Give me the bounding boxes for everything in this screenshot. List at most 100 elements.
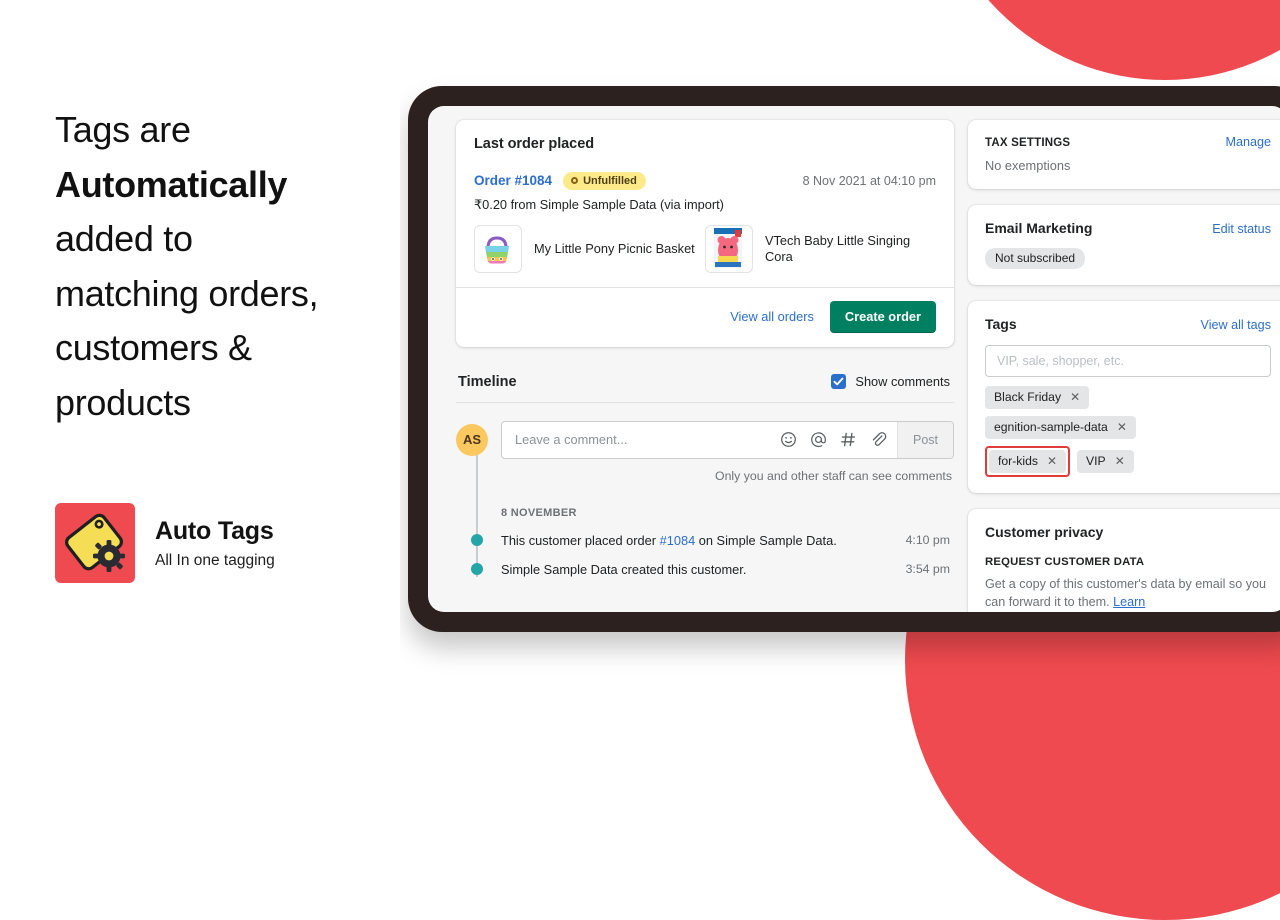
- headline-line-1: Tags are: [55, 109, 191, 150]
- headline-line-4: matching orders,: [55, 272, 319, 314]
- privacy-learn-link[interactable]: Learn: [1113, 595, 1145, 609]
- attachment-icon[interactable]: [870, 431, 887, 448]
- timeline-event-time: 4:10 pm: [905, 533, 950, 547]
- decorative-circle-top: [930, 0, 1280, 80]
- brand-name: Auto Tags: [155, 517, 274, 545]
- order-summary-line: Order #1084 Unfulfilled 8 Nov 2021 at 04…: [474, 172, 936, 190]
- tag-chip-highlighted[interactable]: for-kids ✕: [989, 450, 1067, 473]
- tag-remove-icon[interactable]: ✕: [1117, 421, 1127, 433]
- order-product-item[interactable]: VTech Baby Little Singing Cora: [705, 224, 936, 273]
- timeline-rail: [476, 444, 478, 577]
- tablet-device-frame: Last order placed Order #1084 Unfulfille…: [408, 86, 1280, 632]
- tax-manage-link[interactable]: Manage: [1225, 135, 1271, 149]
- emoji-icon[interactable]: [780, 431, 797, 448]
- tags-title: Tags: [985, 316, 1017, 332]
- headline-line-2-bold: Automatically: [55, 163, 288, 205]
- sidebar-column: TAX SETTINGS Manage No exemptions Email …: [968, 106, 1280, 612]
- tag-gear-icon: [65, 513, 125, 572]
- event-text-after: on Simple Sample Data.: [695, 532, 837, 548]
- view-all-orders-link[interactable]: View all orders: [730, 309, 814, 324]
- order-number-link[interactable]: Order #1084: [474, 173, 552, 188]
- product-thumbnail-vtech: [705, 224, 753, 273]
- tag-chip-label: for-kids: [998, 454, 1038, 468]
- tax-settings-header: TAX SETTINGS Manage: [985, 135, 1271, 149]
- headline-line-6: products: [55, 381, 191, 423]
- brand-lockup: Auto Tags All In one tagging: [55, 503, 275, 583]
- avatar: AS: [456, 423, 488, 456]
- tag-remove-icon[interactable]: ✕: [1070, 391, 1080, 403]
- show-comments-toggle[interactable]: Show comments: [831, 374, 950, 389]
- mention-icon[interactable]: [810, 431, 827, 448]
- post-comment-button[interactable]: Post: [896, 421, 953, 458]
- timeline-event-text: Simple Sample Data created this customer…: [501, 561, 747, 577]
- status-dot-icon: [571, 177, 579, 184]
- tax-exemptions-value: No exemptions: [985, 158, 1071, 173]
- tags-chip-list: Black Friday ✕ egnition-sample-data ✕ fo…: [985, 386, 1271, 477]
- tags-chip-row: Black Friday ✕: [985, 386, 1271, 409]
- show-comments-label: Show comments: [855, 374, 950, 389]
- email-marketing-card: Email Marketing Edit status Not subscrib…: [968, 205, 1280, 285]
- tags-card: Tags View all tags Black Friday ✕ egniti…: [968, 301, 1280, 493]
- last-order-title: Last order placed: [474, 136, 595, 152]
- brand-tagline: All In one tagging: [155, 552, 275, 569]
- tags-chip-row: egnition-sample-data ✕: [985, 416, 1271, 439]
- brand-text: Auto Tags All In one tagging: [155, 516, 275, 570]
- hashtag-icon[interactable]: [840, 431, 857, 448]
- tax-settings-title: TAX SETTINGS: [985, 137, 1071, 149]
- vtech-toy-image: [706, 225, 750, 270]
- show-comments-checkbox[interactable]: [831, 374, 847, 389]
- last-order-card-footer: View all orders Create order: [456, 286, 954, 347]
- tag-chip-label: Black Friday: [994, 390, 1062, 404]
- timeline-event-text: This customer placed order #1084 on Simp…: [501, 533, 837, 548]
- view-all-tags-link[interactable]: View all tags: [1201, 318, 1271, 332]
- order-product-item[interactable]: My Little Pony Picnic Basket: [474, 224, 705, 273]
- timeline-header: Timeline Show comments: [456, 374, 954, 390]
- picnic-basket-image: [475, 225, 519, 270]
- customer-privacy-title: Customer privacy: [985, 524, 1104, 540]
- headline-line-5: customers &: [55, 327, 252, 368]
- event-order-link[interactable]: #1084: [660, 533, 696, 548]
- tag-chip[interactable]: egnition-sample-data ✕: [985, 416, 1136, 439]
- customer-privacy-header: Customer privacy: [985, 524, 1271, 540]
- status-badge: Unfulfilled: [563, 172, 646, 190]
- customer-privacy-card: Customer privacy REQUEST CUSTOMER DATA G…: [968, 509, 1280, 612]
- timeline-event: This customer placed order #1084 on Simp…: [456, 533, 954, 548]
- tablet-screen: Last order placed Order #1084 Unfulfille…: [428, 106, 1280, 612]
- tag-remove-icon[interactable]: ✕: [1115, 455, 1125, 467]
- comment-input-placeholder[interactable]: Leave a comment...: [515, 432, 780, 447]
- product-name: VTech Baby Little Singing Cora: [765, 232, 911, 264]
- comment-toolbar: [780, 431, 897, 448]
- timeline-event: Simple Sample Data created this customer…: [456, 562, 954, 577]
- comment-composer-row: AS Leave a comment... Post: [456, 420, 954, 459]
- request-customer-data-text: Get a copy of this customer's data by em…: [985, 575, 1271, 611]
- email-marketing-title: Email Marketing: [985, 220, 1093, 236]
- email-marketing-header: Email Marketing Edit status: [985, 220, 1271, 236]
- auto-tags-logo: [55, 503, 135, 583]
- email-subscription-status: Not subscribed: [985, 248, 1086, 269]
- last-order-card-body: Last order placed Order #1084 Unfulfille…: [456, 120, 954, 287]
- product-thumbnail-basket: [474, 224, 522, 273]
- tag-remove-icon[interactable]: ✕: [1047, 455, 1057, 467]
- timeline-date-group: 8 NOVEMBER: [501, 506, 577, 519]
- edit-status-link[interactable]: Edit status: [1212, 222, 1271, 236]
- tag-chip-label: VIP: [1086, 454, 1106, 468]
- tags-input[interactable]: [985, 345, 1271, 377]
- tag-chip[interactable]: VIP ✕: [1077, 450, 1134, 473]
- tag-chip-label: egnition-sample-data: [994, 420, 1108, 434]
- checkmark-icon: [833, 377, 844, 386]
- create-order-button[interactable]: Create order: [829, 300, 936, 333]
- request-customer-data-subtitle: REQUEST CUSTOMER DATA: [985, 556, 1145, 568]
- page-headline: Tags are Automatically added to matching…: [55, 103, 385, 430]
- tax-settings-card: TAX SETTINGS Manage No exemptions: [968, 120, 1280, 189]
- comment-input-box[interactable]: Leave a comment... Post: [501, 420, 954, 459]
- timeline-dot-icon: [471, 563, 483, 575]
- event-text-before: This customer placed order: [501, 532, 660, 548]
- order-amount: ₹0.20 from Simple Sample Data (via impor…: [474, 196, 724, 212]
- tags-chip-row: for-kids ✕ VIP ✕: [985, 446, 1271, 477]
- order-date: 8 Nov 2021 at 04:10 pm: [802, 173, 936, 188]
- timeline-dot-icon: [471, 534, 483, 546]
- product-name: My Little Pony Picnic Basket: [534, 240, 695, 256]
- tag-chip[interactable]: Black Friday ✕: [985, 386, 1090, 409]
- tags-header: Tags View all tags: [985, 316, 1271, 332]
- timeline-title: Timeline: [458, 373, 517, 390]
